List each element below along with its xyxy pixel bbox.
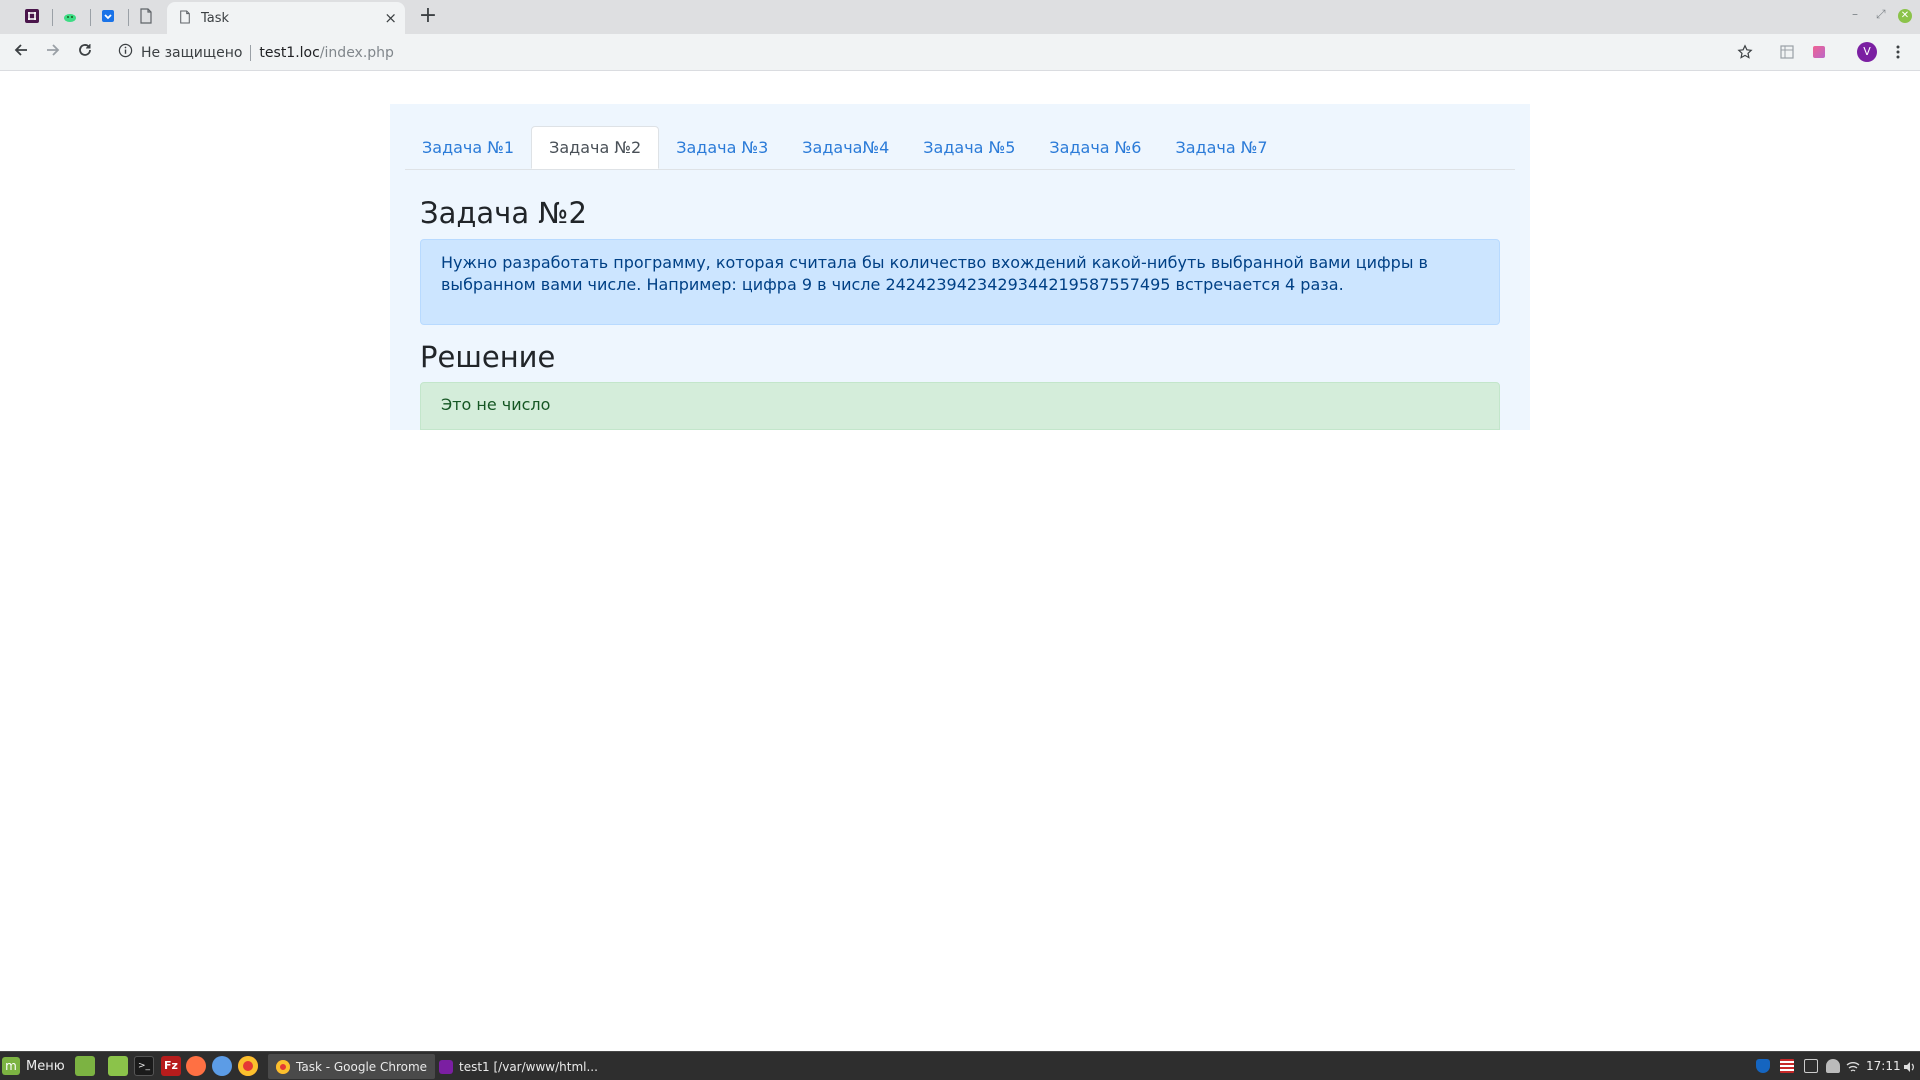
slack-icon	[24, 8, 40, 28]
pinned-tab-slack[interactable]	[15, 5, 49, 31]
url-path: /index.php	[319, 44, 394, 61]
tab-task-2[interactable]: Задача №2	[531, 126, 660, 169]
tab-title: Task	[201, 10, 230, 26]
url-host: test1.loc	[259, 44, 320, 61]
chromium-icon[interactable]	[212, 1056, 232, 1076]
address-bar[interactable]: Не защищено test1.loc/index.php	[108, 38, 1748, 67]
pinned-tab-trello[interactable]	[91, 5, 125, 31]
forward-arrow-icon	[45, 42, 61, 62]
firefox-icon[interactable]	[186, 1056, 206, 1076]
chrome-icon	[276, 1059, 290, 1074]
taskbar-window-phpstorm[interactable]: test1 [/var/www/html...	[431, 1054, 606, 1079]
user-icon[interactable]	[1826, 1059, 1840, 1073]
bookmark-star-icon[interactable]	[1735, 42, 1755, 62]
pinned-tab-android[interactable]	[53, 5, 87, 31]
tab-task-5[interactable]: Задача №5	[906, 127, 1032, 168]
new-tab-button[interactable]: +	[416, 5, 440, 29]
taskbar-window-label: Task - Google Chrome	[296, 1059, 428, 1074]
files-icon[interactable]	[108, 1056, 128, 1076]
extension-icon[interactable]	[1777, 42, 1797, 62]
tab-task-6[interactable]: Задача №6	[1032, 127, 1158, 168]
task-title: Задача №2	[420, 196, 587, 230]
tab-task-3[interactable]: Задача №3	[659, 127, 785, 168]
task-tabs: Задача №1 Задача №2 Задача №3 Задача№4 З…	[405, 125, 1515, 170]
show-desktop-icon[interactable]	[75, 1056, 95, 1076]
volume-icon[interactable]	[1902, 1059, 1916, 1073]
start-menu-button[interactable]: m Меню	[2, 1055, 65, 1077]
solution-result: Это не число	[420, 382, 1500, 430]
maximize-icon[interactable]: ⤢	[1876, 7, 1886, 22]
terminal-icon[interactable]: >_	[134, 1056, 154, 1076]
info-icon[interactable]	[118, 43, 133, 62]
reload-icon	[77, 42, 93, 62]
shield-icon[interactable]	[1756, 1059, 1770, 1073]
trello-icon	[100, 8, 116, 28]
us-flag-icon[interactable]	[1780, 1059, 1794, 1073]
chrome-icon[interactable]	[238, 1056, 258, 1076]
back-arrow-icon	[13, 42, 29, 62]
minimize-icon[interactable]: –	[1852, 7, 1858, 21]
close-tab-icon[interactable]: ×	[384, 10, 397, 26]
more-menu-icon[interactable]	[1888, 42, 1908, 62]
profile-avatar[interactable]: V	[1857, 42, 1877, 62]
browser-toolbar: Не защищено test1.loc/index.php V	[0, 34, 1920, 71]
tab-task-7[interactable]: Задача №7	[1158, 127, 1284, 168]
reload-button[interactable]	[73, 40, 97, 64]
page-container: Задача №1 Задача №2 Задача №3 Задача№4 З…	[390, 104, 1530, 430]
clipboard-icon[interactable]	[1804, 1059, 1818, 1073]
color-picker-extension-icon[interactable]	[1809, 42, 1829, 62]
solution-title: Решение	[420, 340, 556, 374]
forward-button[interactable]	[41, 40, 65, 64]
clock[interactable]: 17:11	[1866, 1059, 1901, 1073]
phpstorm-icon	[439, 1059, 453, 1074]
tab-task[interactable]: Task ×	[167, 2, 405, 34]
taskbar-window-label: test1 [/var/www/html...	[459, 1059, 598, 1074]
mint-logo-icon: m	[2, 1057, 20, 1075]
start-menu-label: Меню	[26, 1058, 65, 1074]
omnibox-divider	[250, 44, 252, 61]
task-description: Нужно разработать программу, которая счи…	[420, 239, 1500, 325]
tab-task-1[interactable]: Задача №1	[405, 127, 531, 168]
page-icon	[139, 8, 153, 28]
page-icon	[179, 9, 191, 28]
pinned-tab-page[interactable]	[129, 5, 163, 31]
browser-tab-strip: Task × + – ⤢ ✕	[0, 0, 1920, 34]
taskbar-window-chrome[interactable]: Task - Google Chrome	[268, 1054, 436, 1079]
back-button[interactable]	[9, 40, 33, 64]
android-studio-icon	[62, 8, 78, 28]
wifi-icon[interactable]	[1846, 1059, 1860, 1073]
tab-task-4[interactable]: Задача№4	[785, 127, 906, 168]
security-status[interactable]: Не защищено	[141, 45, 242, 61]
taskbar: m Меню >_ Fz Task - Google Chrome test1 …	[0, 1051, 1920, 1080]
close-window-icon[interactable]: ✕	[1898, 9, 1912, 23]
filezilla-icon[interactable]: Fz	[161, 1056, 181, 1076]
